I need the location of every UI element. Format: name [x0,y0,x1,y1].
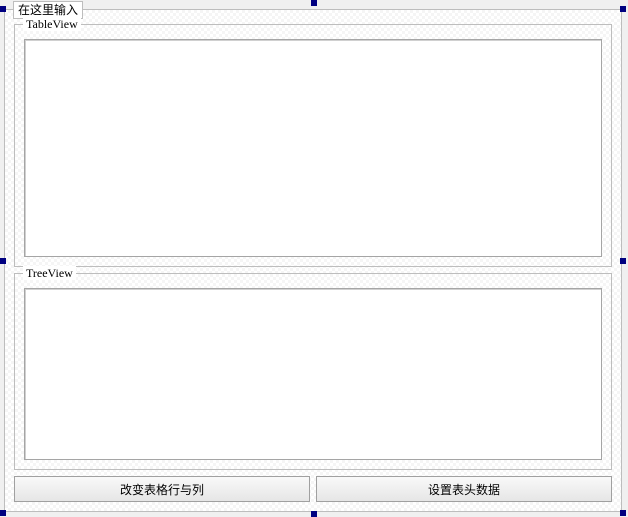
selection-handle-bottom-left[interactable] [0,510,6,516]
outer-groupbox[interactable]: 在这里输入 TableView TreeView 改变表格行与列 设置表头数据 [4,9,622,512]
treeview-widget[interactable] [24,288,602,460]
button-row: 改变表格行与列 设置表头数据 [14,476,612,502]
change-rows-cols-button[interactable]: 改变表格行与列 [14,476,310,502]
treeview-groupbox[interactable]: TreeView [14,273,612,470]
selection-handle-middle-right[interactable] [620,258,626,264]
selection-handle-top-left[interactable] [0,6,6,12]
tableview-widget[interactable] [24,39,602,257]
treeview-groupbox-title: TreeView [23,266,76,280]
form-designer-canvas: 在这里输入 TableView TreeView 改变表格行与列 设置表头数据 [0,0,628,517]
selection-handle-top-right[interactable] [620,6,626,12]
tableview-groupbox[interactable]: TableView [14,24,612,267]
selection-handle-bottom-middle[interactable] [311,511,317,517]
selection-handle-top-middle[interactable] [311,0,317,6]
outer-groupbox-content: TableView TreeView 改变表格行与列 设置表头数据 [14,24,612,502]
tableview-groupbox-title: TableView [23,17,81,31]
selection-handle-bottom-right[interactable] [620,510,626,516]
set-header-data-button[interactable]: 设置表头数据 [316,476,612,502]
selection-handle-middle-left[interactable] [0,258,6,264]
